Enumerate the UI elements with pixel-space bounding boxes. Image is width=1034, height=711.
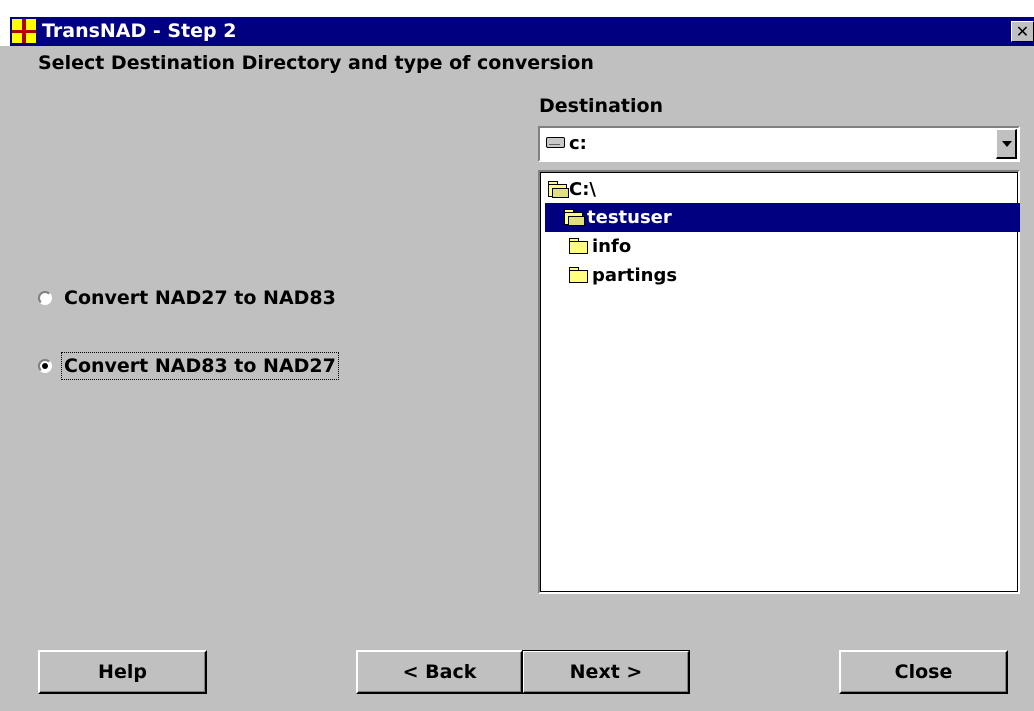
next-button[interactable]: Next >: [522, 650, 690, 694]
folder-icon: [569, 238, 588, 254]
open-folder-icon: [548, 181, 569, 198]
tree-item-label: partings: [592, 265, 678, 286]
radio-label[interactable]: Convert NAD83 to NAD27: [61, 352, 339, 380]
drive-icon: [546, 137, 565, 148]
window-title: TransNAD - Step 2: [42, 20, 237, 42]
radio-label[interactable]: Convert NAD27 to NAD83: [62, 285, 338, 311]
tree-item-label: testuser: [587, 207, 672, 228]
tree-item-label: info: [592, 236, 632, 257]
instruction-text: Select Destination Directory and type of…: [38, 52, 594, 74]
radio-checked-icon[interactable]: [38, 359, 52, 373]
open-folder-icon: [564, 209, 585, 226]
tree-item-testuser[interactable]: testuser: [545, 203, 1020, 232]
title-bar-area: TransNAD - Step 2 ✕: [0, 0, 1034, 46]
app-icon: [12, 19, 36, 43]
directory-tree[interactable]: C:\ testuser info partings: [538, 170, 1020, 594]
destination-label: Destination: [539, 95, 664, 117]
close-window-button[interactable]: ✕: [1011, 21, 1034, 42]
drive-select-value: c:: [569, 133, 587, 154]
tree-item-label: C:\: [569, 179, 596, 200]
drive-select[interactable]: c:: [538, 126, 1020, 162]
radio-unchecked-icon[interactable]: [38, 291, 52, 305]
back-button[interactable]: < Back: [356, 650, 523, 694]
folder-icon: [569, 267, 588, 283]
help-button[interactable]: Help: [38, 650, 207, 694]
chevron-down-icon[interactable]: [996, 129, 1017, 159]
close-button[interactable]: Close: [839, 650, 1008, 694]
